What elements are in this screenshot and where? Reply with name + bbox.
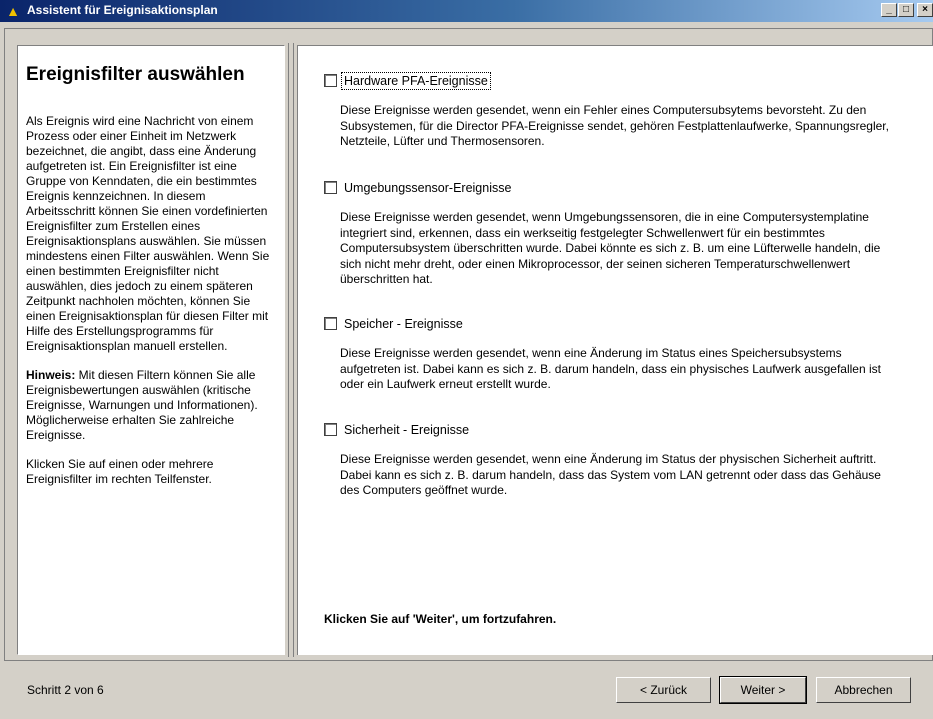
option-storage: Speicher - Ereignisse Diese Ereignisse w… [324, 316, 884, 393]
filter-options-pane: Hardware PFA-Ereignisse Diese Ereignisse… [297, 45, 933, 655]
hardware-pfa-description: Diese Ereignisse werden gesendet, wenn e… [340, 103, 889, 148]
hint-label: Hinweis: [26, 368, 76, 382]
storage-checkbox[interactable] [324, 317, 337, 330]
option-security: Sicherheit - Ereignisse Diese Ereignisse… [324, 422, 884, 499]
option-environment-sensor: Umgebungssensor-Ereignisse Diese Ereigni… [324, 180, 884, 288]
continue-hint: Klicken Sie auf 'Weiter', um fortzufahre… [324, 612, 557, 626]
storage-description: Diese Ereignisse werden gesendet, wenn e… [340, 346, 881, 391]
hardware-pfa-checkbox[interactable] [324, 74, 337, 87]
next-button[interactable]: Weiter > [719, 676, 807, 704]
intro-paragraph: Als Ereignis wird eine Nachricht von ein… [26, 114, 270, 353]
security-description: Diese Ereignisse werden gesendet, wenn e… [340, 452, 881, 497]
back-button[interactable]: < Zurück [616, 677, 711, 703]
environment-sensor-checkbox[interactable] [324, 181, 337, 194]
step-indicator: Schritt 2 von 6 [27, 683, 104, 697]
hardware-pfa-label[interactable]: Hardware PFA-Ereignisse [341, 72, 491, 90]
maximize-button[interactable]: □ [898, 3, 914, 17]
environment-sensor-label[interactable]: Umgebungssensor-Ereignisse [342, 180, 513, 196]
pane-splitter[interactable] [288, 43, 294, 657]
instruction-paragraph: Klicken Sie auf einen oder mehrere Ereig… [26, 457, 214, 486]
description-pane: Ereignisfilter auswählen Als Ereignis wi… [17, 45, 285, 655]
close-button[interactable]: × [917, 3, 933, 17]
wizard-icon: ▲ [6, 3, 20, 19]
security-label[interactable]: Sicherheit - Ereignisse [342, 422, 471, 438]
security-checkbox[interactable] [324, 423, 337, 436]
environment-sensor-description: Diese Ereignisse werden gesendet, wenn U… [340, 210, 881, 286]
storage-label[interactable]: Speicher - Ereignisse [342, 316, 465, 332]
window-title: Assistent für Ereignisaktionsplan [27, 3, 218, 17]
minimize-button[interactable]: _ [881, 3, 897, 17]
title-bar: ▲ Assistent für Ereignisaktionsplan _ □ … [0, 0, 933, 22]
hint-paragraph: Hinweis: Mit diesen Filtern können Sie a… [26, 368, 276, 443]
page-title: Ereignisfilter auswählen [26, 64, 245, 85]
option-hardware-pfa: Hardware PFA-Ereignisse Diese Ereignisse… [324, 72, 889, 150]
cancel-button[interactable]: Abbrechen [816, 677, 911, 703]
